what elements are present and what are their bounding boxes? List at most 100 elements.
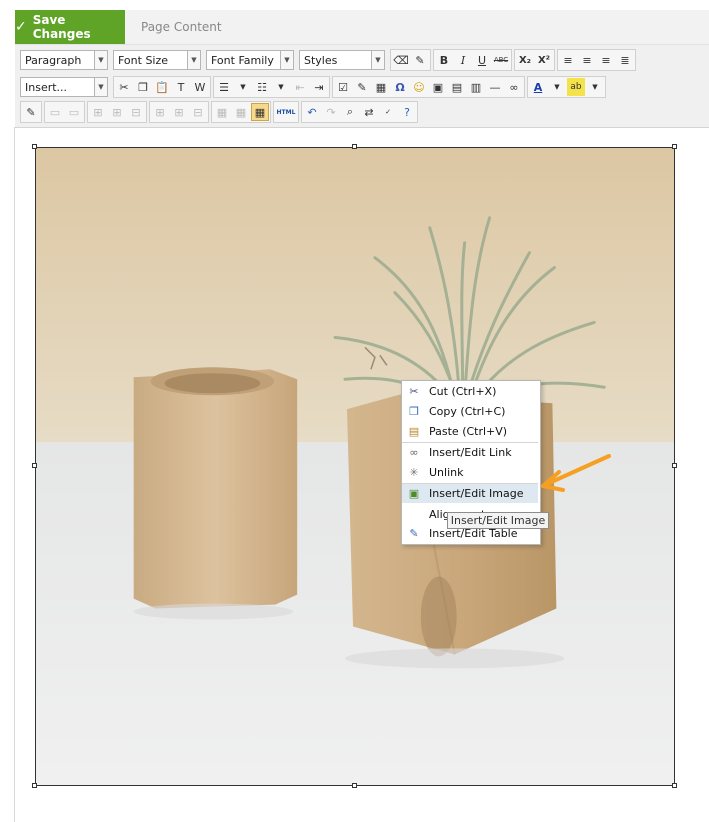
menu-item-cut[interactable]: ✂ Cut (Ctrl+X) <box>402 382 538 401</box>
list-group: ☰ ▼ ☷ ▼ ⇤ ⇥ <box>213 76 330 98</box>
align-left-icon[interactable]: ≡ <box>559 51 577 69</box>
indent-icon[interactable]: ⇥ <box>310 78 328 96</box>
bullet-list-icon[interactable]: ☰ <box>215 78 233 96</box>
spellcheck-icon[interactable]: ✓ <box>379 103 397 121</box>
resize-handle-top-right[interactable] <box>672 144 677 149</box>
chevron-down-icon: ▼ <box>187 51 200 69</box>
insert-col-after-icon[interactable]: ⊞ <box>170 103 188 121</box>
numbered-list-dropdown-icon[interactable]: ▼ <box>272 78 290 96</box>
menu-item-label: Cut (Ctrl+X) <box>429 385 497 398</box>
split-cells-icon[interactable]: ▦ <box>213 103 231 121</box>
paste-icon[interactable]: 📋 <box>153 78 171 96</box>
menu-item-unlink[interactable]: ✳ Unlink <box>402 463 538 482</box>
menu-item-label: Paste (Ctrl+V) <box>429 425 508 438</box>
font-size-select[interactable]: Font Size ▼ <box>113 50 201 70</box>
highlight-color-icon[interactable]: ab <box>567 78 585 96</box>
menu-item-label: Copy (Ctrl+C) <box>429 405 506 418</box>
subscript-button[interactable]: X₂ <box>516 51 534 69</box>
unlink-icon: ✳ <box>409 466 419 479</box>
help-icon[interactable]: ? <box>398 103 416 121</box>
replace-icon[interactable]: ⇄ <box>360 103 378 121</box>
menu-item-insert-link[interactable]: ∞ Insert/Edit Link <box>402 443 538 462</box>
toolbar-row-3: ✎ ▭ ▭ ⊞ ⊞ ⊟ ⊞ ⊞ ⊟ ▦ ▦ ▦ HTML ↶ ↷ ⌕ ⇄ ✓ ? <box>20 101 418 123</box>
table-row-group: ▭ ▭ <box>44 101 85 123</box>
menu-item-insert-image[interactable]: ▣ Insert/Edit Image <box>402 484 538 503</box>
table-icon[interactable]: ▦ <box>251 103 269 121</box>
outdent-icon[interactable]: ⇤ <box>291 78 309 96</box>
calendar-icon[interactable]: ▦ <box>372 78 390 96</box>
font-color-dropdown-icon[interactable]: ▼ <box>548 78 566 96</box>
horizontal-rule-icon[interactable]: — <box>486 78 504 96</box>
align-justify-icon[interactable]: ≣ <box>616 51 634 69</box>
highlight-color-dropdown-icon[interactable]: ▼ <box>586 78 604 96</box>
insert-row-after-icon[interactable]: ⊞ <box>108 103 126 121</box>
redo-icon[interactable]: ↷ <box>322 103 340 121</box>
paste-text-icon[interactable]: T <box>172 78 190 96</box>
html-group: HTML <box>273 101 299 123</box>
chevron-down-icon: ▼ <box>94 78 107 96</box>
html-source-button[interactable]: HTML <box>275 103 297 121</box>
bullet-list-dropdown-icon[interactable]: ▼ <box>234 78 252 96</box>
italic-button[interactable]: I <box>454 51 472 69</box>
resize-handle-right[interactable] <box>672 463 677 468</box>
checkbox-icon[interactable]: ☑ <box>334 78 352 96</box>
table-cell-props-icon[interactable]: ▭ <box>65 103 83 121</box>
menu-item-copy[interactable]: ❐ Copy (Ctrl+C) <box>402 402 538 421</box>
resize-handle-top-left[interactable] <box>32 144 37 149</box>
resize-handle-bottom-right[interactable] <box>672 783 677 788</box>
history-group: ↶ ↷ ⌕ ⇄ ✓ ? <box>301 101 418 123</box>
underline-button[interactable]: U <box>473 51 491 69</box>
align-right-icon[interactable]: ≡ <box>597 51 615 69</box>
insert-select[interactable]: Insert... ▼ <box>20 77 108 97</box>
special-character-button[interactable]: Ω <box>391 78 409 96</box>
cleanup-brush-icon[interactable]: ✎ <box>411 51 429 69</box>
media-icon[interactable]: ▤ <box>448 78 466 96</box>
cut-icon[interactable]: ✂ <box>115 78 133 96</box>
save-changes-label: Save Changes <box>32 13 91 41</box>
link-icon[interactable]: ∞ <box>505 78 523 96</box>
align-group: ≡ ≡ ≡ ≣ <box>557 49 636 71</box>
format-group: ⌫ ✎ <box>390 49 431 71</box>
bold-button[interactable]: B <box>435 51 453 69</box>
strikethrough-button[interactable]: ABC <box>492 51 510 69</box>
styles-select[interactable]: Styles ▼ <box>299 50 385 70</box>
paste-icon: ▤ <box>408 425 420 438</box>
resize-handle-left[interactable] <box>32 463 37 468</box>
emoticon-icon[interactable]: ☺ <box>410 78 428 96</box>
align-center-icon[interactable]: ≡ <box>578 51 596 69</box>
delete-col-icon[interactable]: ⊟ <box>189 103 207 121</box>
clipboard-group: ✂ ❐ 📋 T W <box>113 76 211 98</box>
image-icon[interactable]: ▣ <box>429 78 447 96</box>
edit-form-icon[interactable]: ✎ <box>22 103 40 121</box>
resize-handle-bottom[interactable] <box>352 783 357 788</box>
save-changes-button[interactable]: ✓ Save Changes <box>15 10 125 44</box>
paragraph-select[interactable]: Paragraph ▼ <box>20 50 108 70</box>
delete-row-icon[interactable]: ⊟ <box>127 103 145 121</box>
menu-item-paste[interactable]: ▤ Paste (Ctrl+V) <box>402 422 538 441</box>
copy-icon: ❐ <box>409 405 419 418</box>
font-color-icon[interactable]: A <box>529 78 547 96</box>
paste-word-icon[interactable]: W <box>191 78 209 96</box>
editor-toolbar: Paragraph ▼ Font Size ▼ Font Family ▼ Style… <box>15 45 709 128</box>
font-family-select[interactable]: Font Family ▼ <box>206 50 294 70</box>
undo-icon[interactable]: ↶ <box>303 103 321 121</box>
image-icon: ▣ <box>408 487 420 500</box>
resize-handle-top[interactable] <box>352 144 357 149</box>
table-row-props-icon[interactable]: ▭ <box>46 103 64 121</box>
find-icon[interactable]: ⌕ <box>341 103 359 121</box>
remove-format-icon[interactable]: ⌫ <box>392 51 410 69</box>
blank-icon <box>406 508 422 522</box>
insert-select-value: Insert... <box>25 80 68 94</box>
copy-icon[interactable]: ❐ <box>134 78 152 96</box>
superscript-button[interactable]: X² <box>535 51 553 69</box>
numbered-list-icon[interactable]: ☷ <box>253 78 271 96</box>
edit-icon[interactable]: ✎ <box>353 78 371 96</box>
resize-handle-bottom-left[interactable] <box>32 783 37 788</box>
insert-col-before-icon[interactable]: ⊞ <box>151 103 169 121</box>
paragraph-select-value: Paragraph <box>25 53 82 67</box>
chart-icon[interactable]: ▥ <box>467 78 485 96</box>
tab-page-content[interactable]: Page Content <box>141 20 222 34</box>
insert-row-before-icon[interactable]: ⊞ <box>89 103 107 121</box>
toolbar-row-2: Insert... ▼ ✂ ❐ 📋 T W ☰ ▼ ☷ ▼ ⇤ ⇥ ☑ ✎ ▦ Ω… <box>20 76 606 98</box>
merge-cells-icon[interactable]: ▦ <box>232 103 250 121</box>
